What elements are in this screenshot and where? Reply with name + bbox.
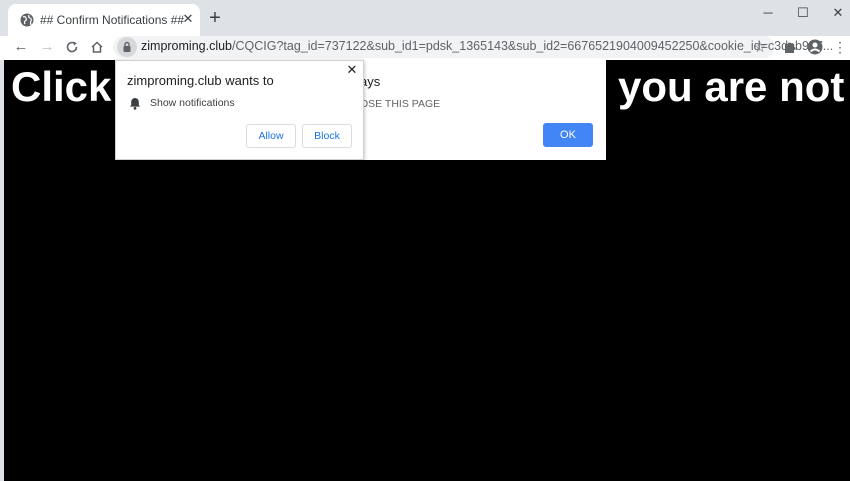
forward-button[interactable]: → (36, 36, 58, 58)
notification-permission-popup: zimproming.club wants to ✕ Show notifica… (115, 60, 364, 160)
profile-button[interactable] (804, 36, 826, 58)
url-host: zimproming.club (141, 39, 233, 53)
back-button[interactable]: ← (10, 36, 32, 58)
account-circle-icon (807, 39, 823, 55)
block-button[interactable]: Block (302, 124, 352, 148)
browser-menu-button[interactable]: ⋮ (829, 36, 850, 58)
allow-button[interactable]: Allow (246, 124, 296, 148)
permission-close-icon[interactable]: ✕ (345, 63, 359, 77)
reload-button[interactable] (61, 36, 83, 58)
headline-right-text: you are not (618, 63, 845, 110)
minimize-button[interactable]: ─ (750, 2, 786, 24)
home-button[interactable] (86, 36, 108, 58)
extensions-button[interactable] (779, 36, 801, 58)
url-text: zimproming.club/CQCIG?tag_id=737122&sub_… (141, 39, 833, 53)
browser-toolbar: ← → zimproming.club/CQCIG?tag_id=737122&… (0, 36, 850, 60)
bookmark-star-icon[interactable]: ☆ (750, 37, 770, 57)
url-path: /CQCIG?tag_id=737122&sub_id1=pdsk_136514… (232, 39, 834, 53)
address-bar[interactable]: zimproming.club/CQCIG?tag_id=737122&sub_… (113, 36, 833, 58)
alert-ok-button[interactable]: OK (543, 123, 593, 147)
permission-title: zimproming.club wants to (127, 73, 274, 88)
puzzle-icon (785, 42, 796, 53)
window-close-button[interactable]: ✕ (820, 2, 850, 24)
tab-close-icon[interactable]: ✕ (180, 11, 196, 27)
home-icon (91, 41, 103, 53)
tab-strip: ## Confirm Notifications ## ✕ + ─ ☐ ✕ (0, 0, 850, 36)
reload-icon (66, 41, 78, 53)
headline-left-text: Click (11, 63, 112, 110)
globe-icon (20, 13, 34, 27)
tab-title: ## Confirm Notifications ## (40, 13, 185, 27)
new-tab-button[interactable]: + (205, 8, 225, 28)
lock-icon[interactable] (117, 37, 137, 57)
permission-label: Show notifications (150, 97, 235, 109)
alert-instruction-text: OSE THIS PAGE (360, 98, 441, 110)
maximize-button[interactable]: ☐ (785, 2, 821, 24)
bell-icon (130, 98, 140, 110)
tab-confirm-notifications[interactable]: ## Confirm Notifications ## ✕ (8, 4, 200, 36)
